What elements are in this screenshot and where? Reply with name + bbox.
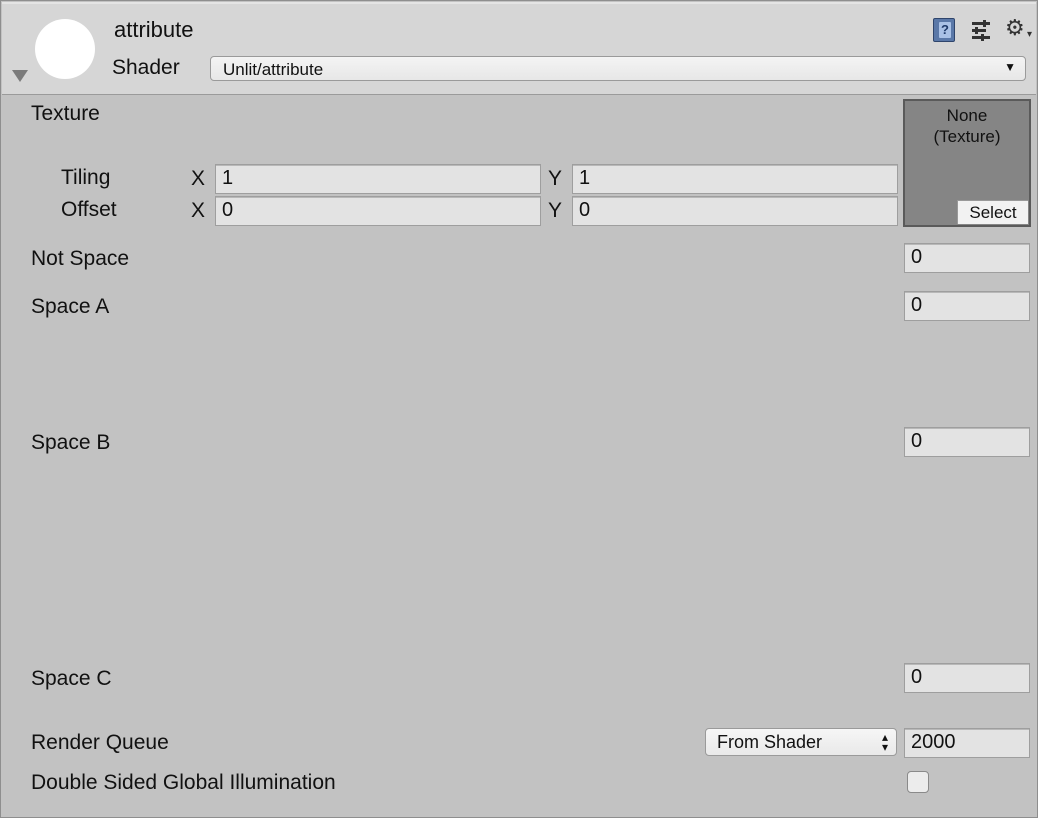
tiling-x-label: X bbox=[191, 167, 206, 190]
texture-slot[interactable]: None (Texture) Select bbox=[903, 99, 1031, 227]
texture-select-button[interactable]: Select bbox=[957, 200, 1028, 224]
space-b-field[interactable]: 0 bbox=[904, 427, 1030, 457]
space-b-label: Space B bbox=[31, 431, 111, 454]
texture-slot-type-text: (Texture) bbox=[933, 127, 1001, 146]
offset-y-field[interactable]: 0 bbox=[572, 196, 898, 226]
tiling-y-label: Y bbox=[548, 167, 563, 190]
tiling-x-field[interactable]: 1 bbox=[215, 164, 541, 194]
updown-arrow-icon: ▴ ▾ bbox=[881, 730, 888, 754]
not-space-label: Not Space bbox=[31, 247, 130, 270]
render-queue-label: Render Queue bbox=[31, 731, 169, 754]
double-sided-gi-checkbox[interactable] bbox=[907, 771, 929, 793]
offset-y-label: Y bbox=[548, 199, 563, 222]
offset-label: Offset bbox=[61, 198, 117, 221]
texture-slot-text: None (Texture) bbox=[905, 105, 1029, 147]
help-book-icon[interactable]: ? bbox=[933, 18, 955, 42]
material-title: attribute bbox=[114, 17, 194, 42]
material-preview-thumbnail bbox=[35, 19, 95, 79]
not-space-field[interactable]: 0 bbox=[904, 243, 1030, 273]
shader-label: Shader bbox=[112, 56, 180, 79]
offset-x-label: X bbox=[191, 199, 206, 222]
foldout-triangle-icon[interactable] bbox=[12, 70, 28, 82]
offset-x-field[interactable]: 0 bbox=[215, 196, 541, 226]
preset-sliders-icon[interactable] bbox=[970, 19, 992, 41]
gear-icon[interactable]: ⚙ bbox=[1005, 15, 1025, 41]
shader-dropdown-value: Unlit/attribute bbox=[223, 60, 324, 79]
material-inspector: attribute Shader Unlit/attribute ▼ ? ⚙ ▾… bbox=[0, 0, 1038, 818]
dropdown-arrow-icon: ▼ bbox=[1004, 60, 1016, 74]
space-c-field[interactable]: 0 bbox=[904, 663, 1030, 693]
gear-caret-icon: ▾ bbox=[1027, 29, 1033, 40]
texture-slot-none-text: None bbox=[946, 106, 988, 125]
texture-label: Texture bbox=[31, 102, 100, 125]
tiling-label: Tiling bbox=[61, 166, 111, 189]
double-sided-gi-label: Double Sided Global Illumination bbox=[31, 771, 336, 794]
space-a-field[interactable]: 0 bbox=[904, 291, 1030, 321]
space-c-label: Space C bbox=[31, 667, 112, 690]
material-header: attribute Shader Unlit/attribute ▼ ? ⚙ ▾ bbox=[2, 2, 1036, 95]
render-queue-mode-dropdown[interactable]: From Shader ▴ ▾ bbox=[705, 728, 897, 756]
tiling-y-field[interactable]: 1 bbox=[572, 164, 898, 194]
space-a-label: Space A bbox=[31, 295, 110, 318]
shader-dropdown[interactable]: Unlit/attribute ▼ bbox=[210, 56, 1026, 81]
header-divider bbox=[2, 2, 1036, 4]
render-queue-field[interactable]: 2000 bbox=[904, 728, 1030, 758]
render-queue-mode-value: From Shader bbox=[717, 732, 823, 752]
